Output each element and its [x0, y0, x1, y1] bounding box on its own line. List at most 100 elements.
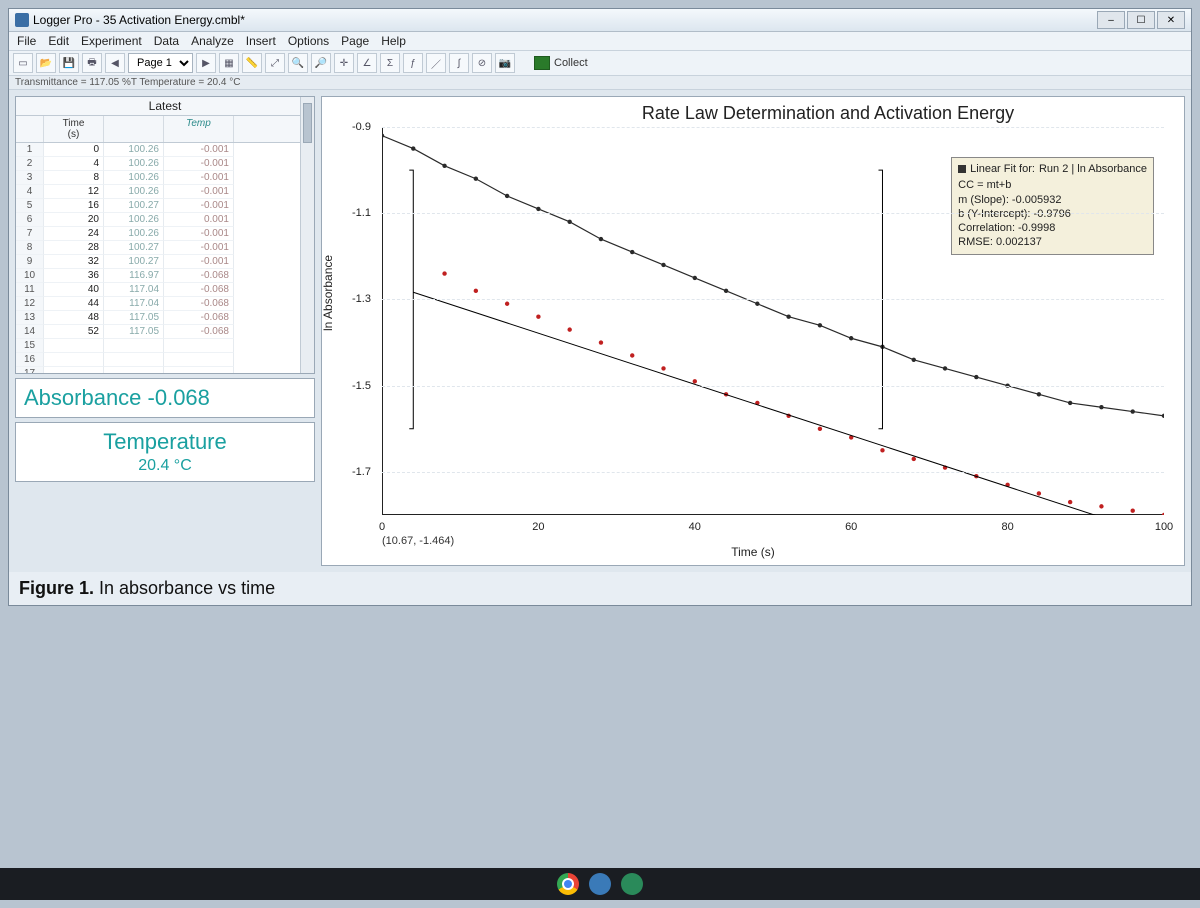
chrome-icon[interactable]: [557, 873, 579, 895]
menu-file[interactable]: File: [17, 34, 36, 48]
table-row[interactable]: 1348117.05-0.068: [16, 311, 314, 325]
page-selector[interactable]: Page 1: [128, 53, 193, 73]
menu-page[interactable]: Page: [341, 34, 369, 48]
print-icon[interactable]: 🖶: [82, 53, 102, 73]
fit-equation: CC = mt+b: [958, 178, 1147, 192]
table-scrollbar[interactable]: [300, 97, 314, 373]
prev-page-icon[interactable]: ◀: [105, 53, 125, 73]
maximize-button[interactable]: ☐: [1127, 11, 1155, 29]
table-row[interactable]: 24100.26-0.001: [16, 157, 314, 171]
collect-play-icon[interactable]: [534, 56, 550, 70]
y-tick: -1.1: [352, 207, 371, 219]
absorbance-meter-value: Absorbance -0.068: [24, 385, 306, 411]
examine-icon[interactable]: ✛: [334, 53, 354, 73]
table-row[interactable]: 38100.26-0.001: [16, 171, 314, 185]
fit-series: Run 2 | ln Absorbance: [1039, 162, 1147, 176]
save-icon[interactable]: 💾: [59, 53, 79, 73]
strike-icon[interactable]: ⊘: [472, 53, 492, 73]
table-row[interactable]: 17: [16, 367, 314, 373]
toolbar: ▭ 📂 💾 🖶 ◀ Page 1 ▶ ▦ 📏 ⤢ 🔍 🔎 ✛ ∠ Σ ƒ ／ ∫…: [9, 51, 1191, 76]
fit-correlation: Correlation: -0.9998: [958, 221, 1147, 235]
menu-insert[interactable]: Insert: [246, 34, 276, 48]
plot-panel[interactable]: Rate Law Determination and Activation En…: [321, 96, 1185, 566]
zoom-out-icon[interactable]: 🔎: [311, 53, 331, 73]
os-taskbar: [0, 868, 1200, 900]
plot-title: Rate Law Determination and Activation En…: [482, 103, 1174, 124]
collect-button[interactable]: Collect: [554, 57, 588, 69]
open-icon[interactable]: 📂: [36, 53, 56, 73]
table-row[interactable]: 16: [16, 353, 314, 367]
table-row[interactable]: 15: [16, 339, 314, 353]
data-table-panel[interactable]: Latest Time (s) Temp 10100.26-0.00124100…: [15, 96, 315, 374]
fit-rmse: RMSE: 0.002137: [958, 235, 1147, 249]
autoscale-icon[interactable]: ⤢: [265, 53, 285, 73]
table-row[interactable]: 10100.26-0.001: [16, 143, 314, 157]
table-row[interactable]: 1244117.04-0.068: [16, 297, 314, 311]
table-row[interactable]: 412100.26-0.001: [16, 185, 314, 199]
temperature-meter-value: 20.4 °C: [24, 457, 306, 475]
content-area: Latest Time (s) Temp 10100.26-0.00124100…: [9, 90, 1191, 572]
caption-text: In absorbance vs time: [94, 578, 275, 598]
table-row[interactable]: 932100.27-0.001: [16, 255, 314, 269]
table-row[interactable]: 1036116.97-0.068: [16, 269, 314, 283]
cursor-readout: (10.67, -1.464): [382, 535, 454, 547]
menubar: File Edit Experiment Data Analyze Insert…: [9, 32, 1191, 51]
menu-data[interactable]: Data: [154, 34, 179, 48]
col-2-header[interactable]: [104, 116, 164, 142]
sensor-status: Transmittance = 117.05 %T Temperature = …: [9, 76, 1191, 90]
menu-help[interactable]: Help: [381, 34, 406, 48]
camera-icon[interactable]: 📷: [495, 53, 515, 73]
app-launcher-icon[interactable]: [621, 873, 643, 895]
table-row[interactable]: 516100.27-0.001: [16, 199, 314, 213]
tangent-icon[interactable]: ∠: [357, 53, 377, 73]
app-icon: [15, 13, 29, 27]
temperature-meter-title: Temperature: [24, 429, 306, 455]
x-tick: 20: [532, 521, 544, 533]
curve-fit-icon[interactable]: ƒ: [403, 53, 423, 73]
latest-header: Latest: [16, 97, 314, 116]
x-tick: 60: [845, 521, 857, 533]
col-temp-header[interactable]: Temp: [164, 116, 234, 142]
menu-analyze[interactable]: Analyze: [191, 34, 234, 48]
app-window: Logger Pro - 35 Activation Energy.cmbl* …: [8, 8, 1192, 606]
next-page-icon[interactable]: ▶: [196, 53, 216, 73]
x-tick: 40: [689, 521, 701, 533]
table-row[interactable]: 1452117.05-0.068: [16, 325, 314, 339]
y-tick: -0.9: [352, 121, 371, 133]
ruler-icon[interactable]: 📏: [242, 53, 262, 73]
x-axis-label[interactable]: Time (s): [731, 545, 775, 559]
y-tick: -1.7: [352, 466, 371, 478]
close-button[interactable]: ✕: [1157, 11, 1185, 29]
new-icon[interactable]: ▭: [13, 53, 33, 73]
y-axis-label[interactable]: ln Absorbance: [321, 255, 335, 331]
temperature-meter[interactable]: Temperature 20.4 °C: [15, 422, 315, 482]
zoom-in-icon[interactable]: 🔍: [288, 53, 308, 73]
table-row[interactable]: 724100.26-0.001: [16, 227, 314, 241]
integral-icon[interactable]: ∫: [449, 53, 469, 73]
files-icon[interactable]: [589, 873, 611, 895]
fit-slope: m (Slope): -0.005932: [958, 193, 1147, 207]
figure-caption: Figure 1. In absorbance vs time: [9, 572, 1191, 605]
data-browser-icon[interactable]: ▦: [219, 53, 239, 73]
y-tick: -1.3: [352, 293, 371, 305]
table-row[interactable]: 1140117.04-0.068: [16, 283, 314, 297]
stats-icon[interactable]: Σ: [380, 53, 400, 73]
menu-options[interactable]: Options: [288, 34, 329, 48]
table-row[interactable]: 620100.260.001: [16, 213, 314, 227]
fit-info-box[interactable]: Linear Fit for: Run 2 | ln Absorbance CC…: [951, 157, 1154, 255]
caption-prefix: Figure 1.: [19, 578, 94, 598]
minimize-button[interactable]: –: [1097, 11, 1125, 29]
y-tick: -1.5: [352, 380, 371, 392]
linear-fit-icon[interactable]: ／: [426, 53, 446, 73]
absorbance-meter[interactable]: Absorbance -0.068: [15, 378, 315, 418]
x-tick: 80: [1001, 521, 1013, 533]
fit-handle-icon[interactable]: [958, 165, 966, 173]
titlebar: Logger Pro - 35 Activation Energy.cmbl* …: [9, 9, 1191, 32]
col-time-header[interactable]: Time: [47, 118, 100, 129]
table-row[interactable]: 828100.27-0.001: [16, 241, 314, 255]
col-time-unit: (s): [47, 129, 100, 140]
menu-edit[interactable]: Edit: [48, 34, 69, 48]
x-tick: 0: [379, 521, 385, 533]
menu-experiment[interactable]: Experiment: [81, 34, 142, 48]
window-title: Logger Pro - 35 Activation Energy.cmbl*: [33, 13, 245, 27]
